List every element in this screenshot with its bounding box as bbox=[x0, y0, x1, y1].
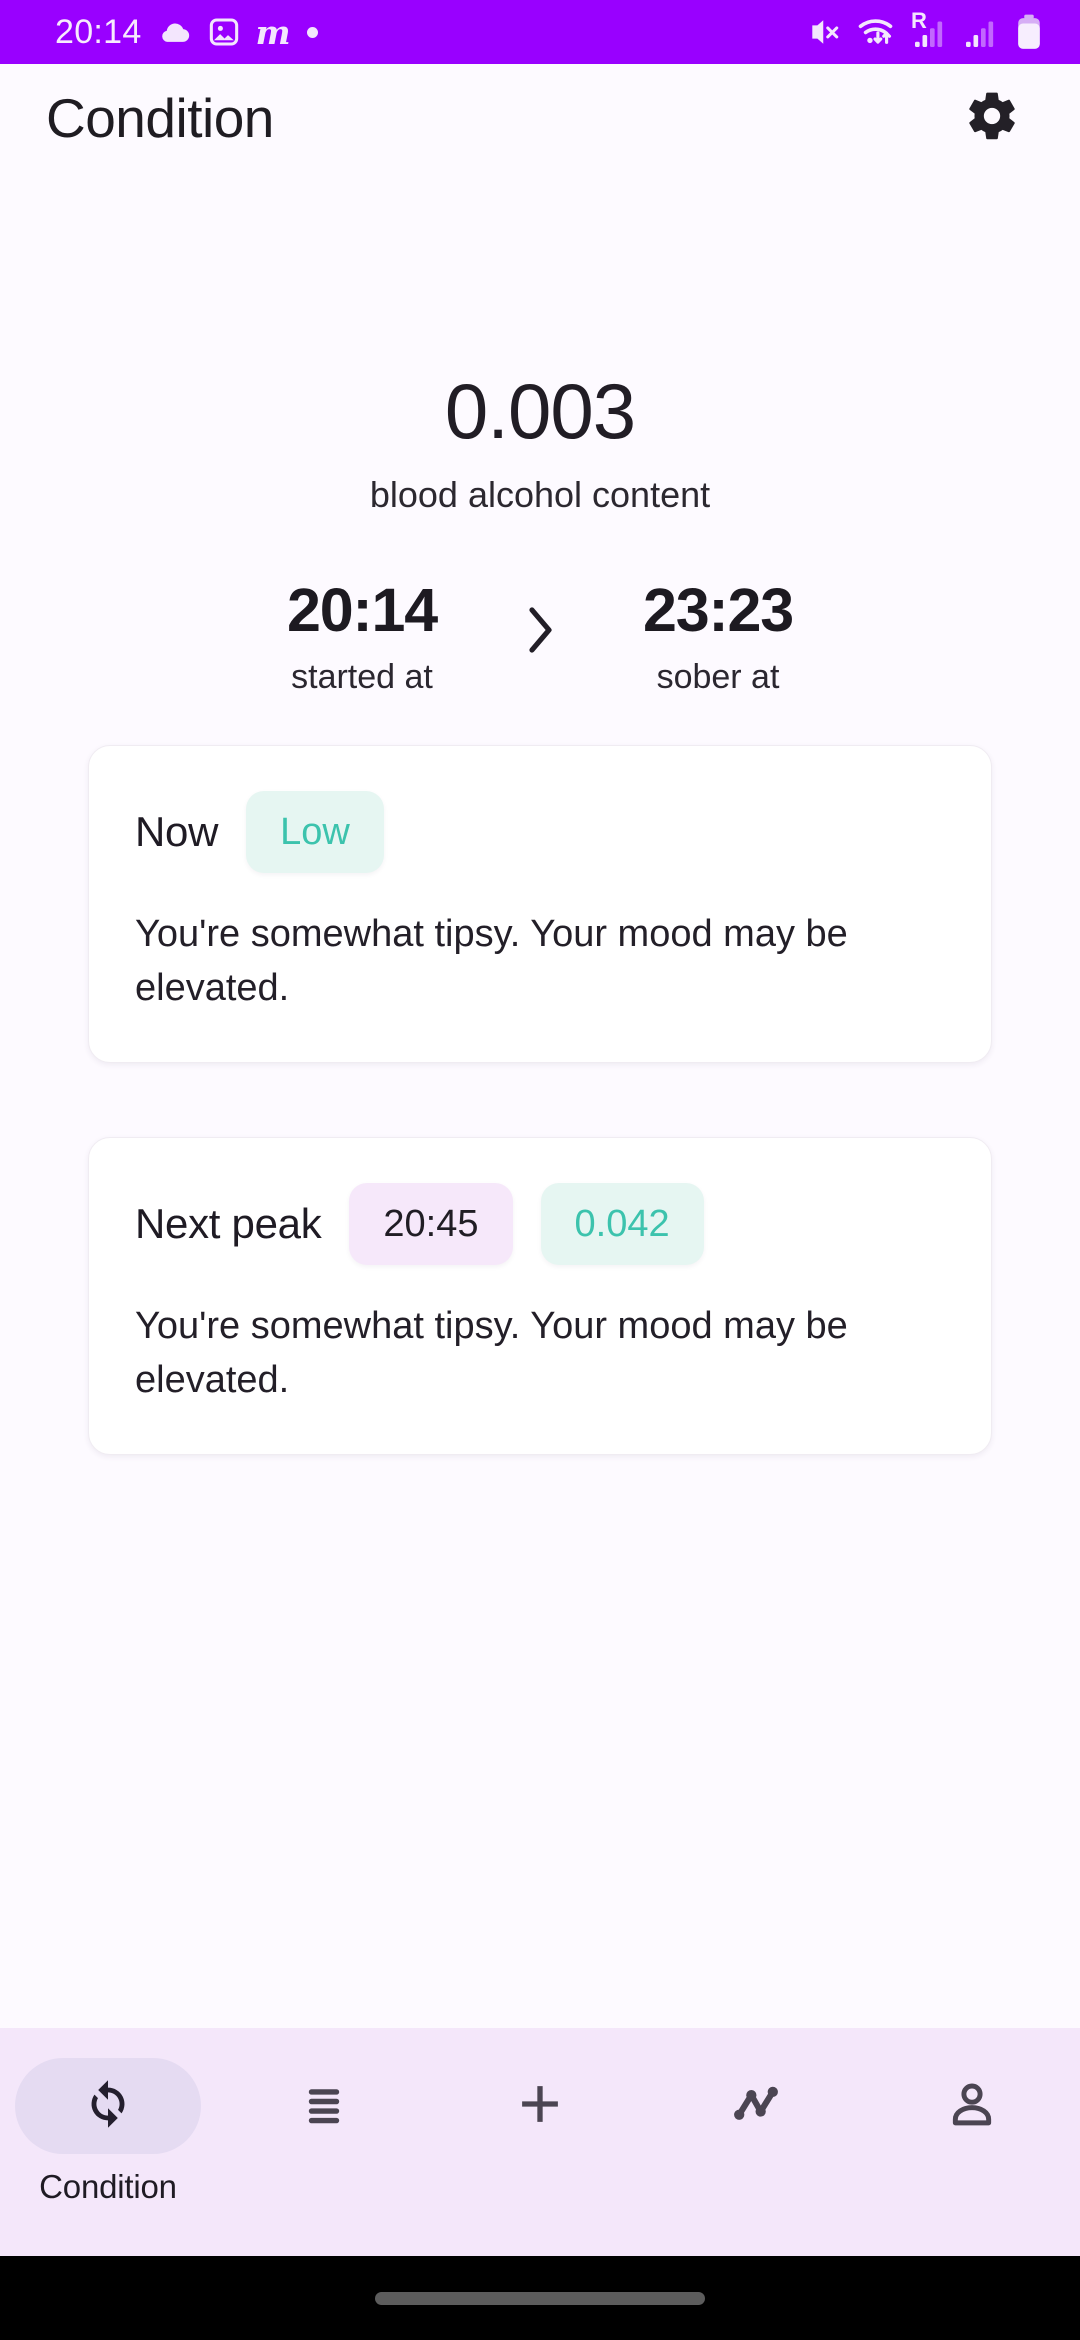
plus-icon bbox=[511, 2075, 569, 2138]
roaming-label: R bbox=[911, 8, 927, 33]
nav-item-trends[interactable] bbox=[648, 2058, 864, 2168]
status-bar-left: 20:14 m bbox=[55, 13, 318, 52]
sober-at-block: 23:23 sober at bbox=[570, 578, 866, 697]
nav-item-condition[interactable]: Condition bbox=[0, 2058, 216, 2206]
nav-pill bbox=[447, 2058, 633, 2154]
peak-bac-badge: 0.042 bbox=[540, 1182, 704, 1265]
mute-icon bbox=[806, 14, 842, 50]
list-icon bbox=[298, 2078, 350, 2135]
start-time-value: 20:14 bbox=[286, 576, 438, 644]
sync-icon bbox=[80, 2076, 136, 2137]
timeline-row: 20:14 started at 23:23 sober at bbox=[0, 578, 1080, 697]
main-content: 0.003 blood alcohol content 20:14 starte… bbox=[0, 172, 1080, 2028]
home-gesture-pill[interactable] bbox=[375, 2291, 705, 2305]
settings-button[interactable] bbox=[950, 76, 1034, 160]
cloud-icon bbox=[158, 15, 192, 49]
dot-icon bbox=[306, 26, 318, 38]
chevron-right-icon bbox=[510, 578, 570, 656]
sober-time-value: 23:23 bbox=[642, 576, 794, 644]
nav-item-add[interactable] bbox=[432, 2058, 648, 2168]
bac-summary: 0.003 blood alcohol content bbox=[0, 372, 1080, 516]
card-title: Next peak bbox=[135, 1199, 322, 1247]
page-title: Condition bbox=[46, 87, 274, 149]
card-description: You're somewhat tipsy. Your mood may be … bbox=[135, 913, 848, 1009]
photo-icon bbox=[208, 16, 240, 48]
peak-time-badge: 20:45 bbox=[349, 1182, 513, 1265]
card-header: Next peak 20:45 0.042 bbox=[135, 1172, 945, 1276]
status-bar-clock: 20:14 bbox=[55, 12, 142, 51]
nav-pill bbox=[879, 2058, 1065, 2154]
nav-item-profile[interactable] bbox=[864, 2058, 1080, 2168]
card-header: Now Low bbox=[135, 780, 945, 884]
nav-pill-active bbox=[15, 2058, 201, 2154]
condition-card-next-peak[interactable]: Next peak 20:45 0.042 You're somewhat ti… bbox=[88, 1136, 992, 1455]
nav-item-list[interactable] bbox=[216, 2058, 432, 2168]
bac-label: blood alcohol content bbox=[369, 474, 711, 515]
condition-card-now[interactable]: Now Low You're somewhat tipsy. Your mood… bbox=[88, 745, 992, 1063]
nav-label-condition: Condition bbox=[39, 2168, 177, 2205]
start-time-caption: started at bbox=[291, 658, 433, 697]
status-bar-right: R bbox=[806, 10, 1044, 51]
gear-icon bbox=[964, 88, 1020, 149]
status-badge: Low bbox=[246, 791, 384, 874]
m-logo-icon: m bbox=[255, 12, 291, 52]
system-gesture-area bbox=[0, 2256, 1080, 2340]
nav-pill bbox=[231, 2058, 417, 2154]
bottom-navigation: Condition bbox=[0, 2028, 1080, 2256]
card-description: You're somewhat tipsy. Your mood may be … bbox=[135, 1304, 848, 1401]
battery-icon bbox=[1014, 13, 1044, 51]
signal-icon bbox=[963, 14, 999, 50]
status-bar: 20:14 m R bbox=[0, 0, 1080, 64]
line-chart-icon bbox=[728, 2076, 784, 2137]
person-icon bbox=[945, 2077, 999, 2136]
card-title: Now bbox=[135, 808, 219, 856]
started-at-block: 20:14 started at bbox=[214, 578, 510, 697]
bac-value: 0.003 bbox=[444, 367, 636, 455]
phone-screen: 20:14 m R Condition 0.003 blood alcohol … bbox=[0, 0, 1080, 2340]
sober-time-caption: sober at bbox=[656, 658, 780, 697]
roaming-signal-icon: R bbox=[911, 10, 948, 50]
app-bar: Condition bbox=[0, 64, 1080, 172]
nav-pill bbox=[663, 2058, 849, 2154]
wifi-icon bbox=[857, 14, 897, 50]
